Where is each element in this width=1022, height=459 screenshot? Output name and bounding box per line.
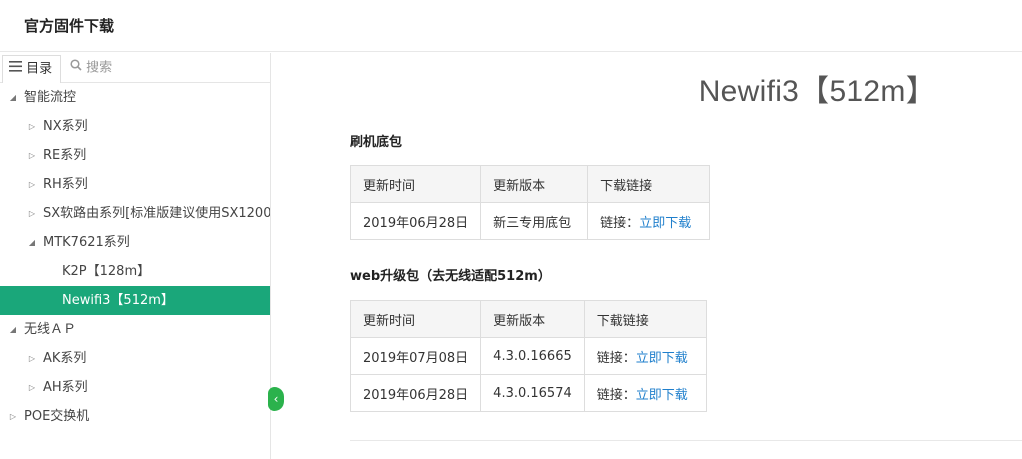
caret-down-icon[interactable]: ◢	[8, 315, 18, 344]
column-header-version: 更新版本	[480, 165, 589, 203]
caret-right-icon[interactable]: ▷	[27, 199, 37, 228]
tab-toc[interactable]: 目录	[2, 55, 61, 83]
tree-item[interactable]: ▷ AK系列	[0, 344, 270, 373]
cell-link: 链接：立即下载	[583, 337, 707, 375]
download-link[interactable]: 立即下载	[636, 351, 688, 366]
tree-item-label: RH系列	[43, 177, 88, 192]
cell-link: 链接：立即下载	[587, 202, 711, 240]
caret-right-icon[interactable]: ▷	[27, 112, 37, 141]
table-row: 2019年06月28日 新三专用底包 链接：立即下载	[349, 202, 711, 240]
download-link[interactable]: 立即下载	[636, 388, 688, 403]
search-icon	[70, 55, 82, 81]
caret-down-icon[interactable]: ◢	[27, 228, 37, 257]
tree-item[interactable]: Newifi3【512m】	[0, 286, 270, 315]
tree-item-label: NX系列	[43, 119, 88, 134]
tree-item-label: RE系列	[43, 148, 87, 163]
list-icon	[9, 56, 22, 82]
tree-item[interactable]: K2P【128m】	[0, 257, 270, 286]
page-header: 官方固件下载	[0, 0, 1022, 52]
tree-item[interactable]: ◢ 无线ＡＰ	[0, 315, 270, 344]
link-prefix: 链接：	[600, 215, 640, 231]
cell-date: 2019年06月28日	[349, 374, 482, 412]
link-prefix: 链接：	[596, 387, 636, 403]
cell-version: 4.3.0.16574	[480, 374, 585, 412]
table-header-row: 更新时间 更新版本 下载链接	[349, 165, 711, 203]
toc-tree: ◢ 智能流控 ▷ NX系列 ▷ RE系列 ▷ RH系列 ▷ SX软路由系列[标准版建议使用SX12…	[0, 83, 270, 431]
table-row: 2019年07月08日 4.3.0.16665 链接：立即下载	[349, 337, 707, 375]
caret-right-icon[interactable]: ▷	[27, 344, 37, 373]
column-header-download-link: 下载链接	[587, 165, 711, 203]
divider	[350, 440, 1022, 441]
sidebar: 目录 搜索 ◢ 智能流控 ▷ NX系列 ▷ RE系列 ▷ RH系列 ▷ SX软路由系列[标准版建议…	[0, 53, 271, 459]
table-row: 2019年06月28日 4.3.0.16574 链接：立即下载	[349, 374, 707, 412]
tree-item-label: MTK7621系列	[43, 235, 130, 250]
cell-link: 链接：立即下载	[583, 374, 707, 412]
cell-version: 新三专用底包	[480, 202, 589, 240]
section-title-base-package: 刷机底包	[350, 135, 403, 150]
caret-down-icon[interactable]: ◢	[8, 83, 18, 112]
document-title: Newifi3【512m】	[698, 75, 936, 108]
table-header-row: 更新时间 更新版本 下载链接	[349, 300, 707, 338]
tab-search-label: 搜索	[86, 60, 113, 76]
tree-item[interactable]: ◢ MTK7621系列	[0, 228, 270, 257]
tree-item-label: Newifi3【512m】	[62, 293, 174, 308]
column-header-version: 更新版本	[480, 300, 585, 338]
column-header-update-time: 更新时间	[349, 300, 482, 338]
cell-date: 2019年06月28日	[349, 202, 482, 240]
tree-item-label: POE交换机	[24, 409, 90, 424]
tree-item[interactable]: ◢ 智能流控	[0, 83, 270, 112]
tree-item[interactable]: ▷ POE交换机	[0, 402, 270, 431]
caret-right-icon[interactable]: ▷	[8, 402, 18, 431]
main-content: Newifi3【512m】 刷机底包 更新时间 更新版本 下载链接 2019年0…	[272, 53, 1022, 459]
tree-item-label: AK系列	[43, 351, 87, 366]
tree-item-label: 智能流控	[24, 90, 77, 105]
tree-item-label: SX软路由系列[标准版建议使用SX1200	[43, 206, 270, 221]
tree-item-label: K2P【128m】	[62, 264, 151, 279]
cell-version: 4.3.0.16665	[480, 337, 585, 375]
web-upgrade-table: 更新时间 更新版本 下载链接 2019年07月08日 4.3.0.16665 链…	[349, 300, 707, 412]
tree-item[interactable]: ▷ NX系列	[0, 112, 270, 141]
tree-item-label: 无线ＡＰ	[24, 322, 77, 337]
tab-search[interactable]: 搜索	[64, 55, 112, 83]
caret-right-icon[interactable]: ▷	[27, 373, 37, 402]
base-package-table: 更新时间 更新版本 下载链接 2019年06月28日 新三专用底包 链接：立即下…	[349, 165, 711, 240]
download-link[interactable]: 立即下载	[639, 216, 691, 231]
tree-item[interactable]: ▷ SX软路由系列[标准版建议使用SX1200	[0, 199, 270, 228]
tab-toc-label: 目录	[26, 61, 53, 77]
tree-item-label: AH系列	[43, 380, 88, 395]
sidebar-tabs: 目录 搜索	[0, 53, 270, 83]
column-header-update-time: 更新时间	[349, 165, 482, 203]
tree-item[interactable]: ▷ RH系列	[0, 170, 270, 199]
section-title-web-upgrade: web升级包（去无线适配512m）	[350, 269, 551, 284]
caret-right-icon[interactable]: ▷	[27, 141, 37, 170]
tree-item[interactable]: ▷ AH系列	[0, 373, 270, 402]
tree-item[interactable]: ▷ RE系列	[0, 141, 270, 170]
link-prefix: 链接：	[596, 350, 636, 366]
cell-date: 2019年07月08日	[349, 337, 482, 375]
column-header-download-link: 下载链接	[583, 300, 707, 338]
page-header-title: 官方固件下载	[24, 17, 115, 35]
caret-right-icon[interactable]: ▷	[27, 170, 37, 199]
